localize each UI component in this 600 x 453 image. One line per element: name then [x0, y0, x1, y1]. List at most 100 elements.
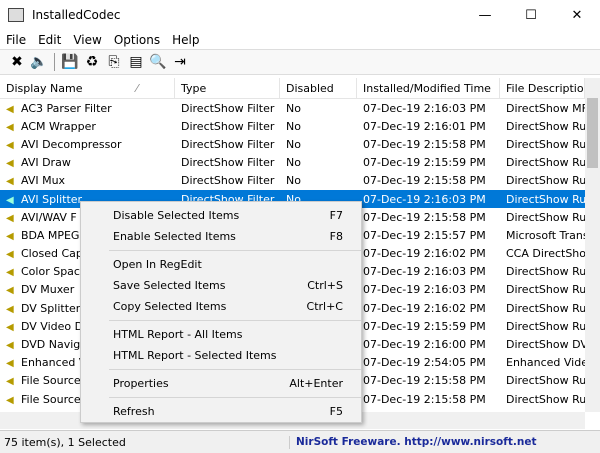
cell-text: AVI Decompressor [21, 137, 122, 151]
speaker-icon: ◀ [6, 139, 14, 151]
status-bar: 75 item(s), 1 Selected NirSoft Freeware.… [0, 430, 600, 453]
menu-item-shortcut: F5 [329, 405, 343, 418]
cell-text: DirectShow Filter [181, 174, 275, 188]
context-menu-item[interactable]: Save Selected Items Ctrl+S [81, 275, 361, 296]
nirsoft-link[interactable]: NirSoft Freeware. http://www.nirsoft.net [290, 436, 536, 448]
cell-text: DirectShow Filter [181, 137, 275, 151]
cell-1: DirectShow Filter [175, 138, 280, 151]
menu-item-label: Refresh [113, 405, 155, 418]
column-header-4[interactable]: File Description [500, 78, 585, 98]
context-menu-item[interactable]: HTML Report - Selected Items [81, 345, 361, 366]
cell-text: AVI Draw [21, 156, 71, 170]
menu-file[interactable]: File [0, 33, 32, 47]
table-row[interactable]: ◀ AVI Mux DirectShow Filter No 07-Dec-19 2:1… [0, 172, 585, 190]
cell-4: DirectShow Ru [500, 193, 585, 206]
menu-view[interactable]: View [67, 33, 107, 47]
cell-text: AVI Mux [21, 174, 66, 188]
cell-4: DirectShow Ru [500, 138, 585, 151]
speaker-icon: ◀ [6, 358, 14, 370]
cell-text: DVD Navig [21, 338, 81, 352]
cell-2: No [280, 156, 357, 169]
cell-text: DV Muxer [21, 283, 75, 297]
close-button[interactable]: ✕ [554, 0, 600, 30]
menu-edit[interactable]: Edit [32, 33, 67, 47]
disable-button[interactable]: ✖ [6, 51, 28, 73]
refresh-button[interactable]: ♻ [81, 51, 103, 73]
column-header-0[interactable]: Display Name ⁄ [0, 78, 175, 98]
find-button[interactable]: 🔍 [147, 51, 169, 73]
cell-text: BDA MPEG [21, 228, 80, 242]
copy-button[interactable]: ⎘ [103, 51, 125, 73]
exit-button[interactable]: ⇥ [169, 51, 191, 73]
cell-text: DirectShow Ru [506, 210, 585, 224]
cell-3: 07-Dec-19 2:15:59 PM [357, 320, 500, 333]
title-bar: InstalledCodec — ☐ ✕ [0, 0, 600, 30]
cell-3: 07-Dec-19 2:16:00 PM [357, 338, 500, 351]
cell-3: 07-Dec-19 2:15:58 PM [357, 374, 500, 387]
menu-item-label: Properties [113, 377, 169, 390]
sort-indicator-icon: ⁄ [136, 82, 138, 95]
cell-3: 07-Dec-19 2:15:58 PM [357, 211, 500, 224]
table-row[interactable]: ◀ ACM Wrapper DirectShow Filter No 07-Dec-19… [0, 117, 585, 135]
column-header-1[interactable]: Type [175, 78, 280, 98]
cell-0: ◀ AVI Draw [0, 156, 175, 169]
menu-item-label: HTML Report - All Items [113, 328, 243, 341]
cell-3: 07-Dec-19 2:16:03 PM [357, 193, 500, 206]
cell-2: No [280, 102, 357, 115]
menu-item-label: Enable Selected Items [113, 230, 236, 243]
context-menu-item[interactable]: Properties Alt+Enter [81, 373, 361, 394]
cell-text: DirectShow Filter [181, 101, 275, 115]
cell-text: 07-Dec-19 2:16:01 PM [363, 119, 486, 133]
column-header-3[interactable]: Installed/Modified Time [357, 78, 500, 98]
cell-text: 07-Dec-19 2:16:03 PM [363, 283, 486, 297]
cell-0: ◀ AVI Decompressor [0, 138, 175, 151]
cell-4: Enhanced Vide [500, 356, 585, 369]
exit-icon: ⇥ [174, 54, 186, 70]
cell-3: 07-Dec-19 2:15:58 PM [357, 138, 500, 151]
cell-text: AVI/WAV F [21, 210, 77, 224]
context-menu-item[interactable]: Copy Selected Items Ctrl+C [81, 296, 361, 317]
context-menu-item[interactable]: HTML Report - All Items [81, 324, 361, 345]
column-header-2[interactable]: Disabled [280, 78, 357, 98]
table-row[interactable]: ◀ AC3 Parser Filter DirectShow Filter No 07-… [0, 99, 585, 117]
save-icon: 💾 [61, 54, 79, 70]
context-menu-item[interactable]: Open In RegEdit [81, 254, 361, 275]
speaker-icon: ◀ [6, 267, 14, 279]
cell-4: DirectShow Ru [500, 302, 585, 315]
cell-1: DirectShow Filter [175, 102, 280, 115]
app-icon [8, 8, 24, 22]
context-menu-item[interactable]: Refresh F5 [81, 401, 361, 422]
properties-button[interactable]: ▤ [125, 51, 147, 73]
menu-item-shortcut: F8 [329, 230, 343, 243]
minimize-button[interactable]: — [462, 0, 508, 30]
speaker-icon: ◀ [6, 376, 14, 388]
save-button[interactable]: 💾 [59, 51, 81, 73]
cell-text: No [286, 119, 301, 133]
menu-options[interactable]: Options [108, 33, 166, 47]
cell-text: AVI Splitter [21, 192, 83, 206]
scroll-thumb[interactable] [587, 98, 598, 168]
vertical-scrollbar[interactable] [585, 78, 600, 412]
menu-help[interactable]: Help [166, 33, 205, 47]
cell-text: DirectShow Ru [506, 265, 585, 279]
cell-text: DirectShow DV [506, 338, 585, 352]
table-row[interactable]: ◀ AVI Draw DirectShow Filter No 07-Dec-19 2:… [0, 154, 585, 172]
maximize-button[interactable]: ☐ [508, 0, 554, 30]
cell-text: CCA DirectSho [506, 247, 585, 261]
table-row[interactable]: ◀ AVI Decompressor DirectShow Filter No 07-D… [0, 135, 585, 153]
speaker-icon: ◀ [6, 103, 14, 115]
toolbar: ✖ 🔈 💾 ♻ ⎘ ▤ 🔍 ⇥ [0, 49, 600, 75]
menu-item-label: HTML Report - Selected Items [113, 349, 277, 362]
menu-separator [109, 369, 361, 370]
cell-text: DirectShow Ru [506, 192, 585, 206]
cell-text: ACM Wrapper [21, 119, 96, 133]
context-menu-item[interactable]: Enable Selected Items F8 [81, 226, 361, 247]
cell-text: Closed Cap [21, 247, 83, 261]
cell-text: DirectShow Ru [506, 119, 585, 133]
cell-2: No [280, 174, 357, 187]
enable-speaker-button[interactable]: 🔈 [28, 51, 50, 73]
cell-text: 07-Dec-19 2:15:58 PM [363, 210, 486, 224]
context-menu-item[interactable]: Disable Selected Items F7 [81, 205, 361, 226]
menu-item-label: Copy Selected Items [113, 300, 227, 313]
cell-3: 07-Dec-19 2:16:03 PM [357, 283, 500, 296]
